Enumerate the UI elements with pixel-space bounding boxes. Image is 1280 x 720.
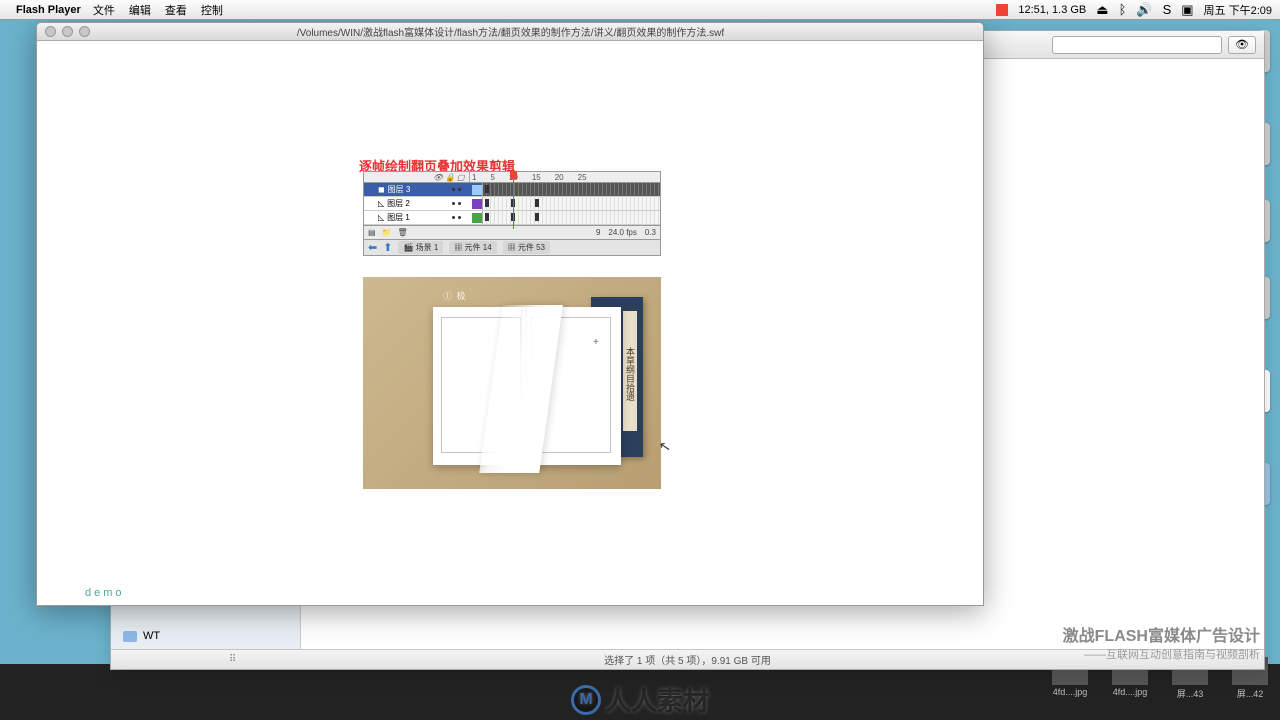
menu-file[interactable]: 文件 xyxy=(93,2,115,18)
search-input[interactable] xyxy=(1052,36,1222,54)
menu-edit[interactable]: 编辑 xyxy=(129,2,151,18)
playhead[interactable] xyxy=(513,171,514,229)
flash-player-window: /Volumes/WIN/激战flash富媒体设计/flash方法/翻页效果的制… xyxy=(36,22,984,606)
battery-icon[interactable]: ▣ xyxy=(1181,2,1193,18)
trash-icon[interactable]: 🗑 xyxy=(398,228,408,237)
flash-ide-timeline: 👁 🔒 ▢ 1 5 10 15 20 25 ◼图层 3 xyxy=(363,171,661,256)
folder-icon xyxy=(123,631,137,642)
menu-view[interactable]: 查看 xyxy=(165,2,187,18)
window-title: /Volumes/WIN/激战flash富媒体设计/flash方法/翻页效果的制… xyxy=(98,24,983,39)
up-icon[interactable]: ⬆ xyxy=(383,241,392,254)
recording-icon xyxy=(996,4,1008,16)
edit-breadcrumb: ⬅ ⬆ 🎬 场景 1 ▦ 元件 14 ▦ 元件 53 xyxy=(363,240,661,256)
sidebar-item-wt[interactable]: WT xyxy=(111,627,300,645)
site-watermark: M 人人素材 xyxy=(571,681,709,718)
book-spine-title: 本草纲目拾遗 xyxy=(623,311,637,431)
new-layer-icon[interactable]: ▤ xyxy=(368,228,376,237)
layers-panel: ◼图层 3 ◺图层 2 ◺图层 1 xyxy=(363,183,661,226)
menubar: Flash Player 文件 编辑 查看 控制 12:51, 1.3 GB ⏏… xyxy=(0,0,1280,20)
volume-icon[interactable]: 🔊 xyxy=(1136,2,1152,18)
symbol-crumb[interactable]: ▦ 元件 14 xyxy=(449,241,496,254)
eject-icon[interactable]: ⏏ xyxy=(1096,2,1108,18)
logo-icon: M xyxy=(571,685,601,715)
menu-control[interactable]: 控制 xyxy=(201,2,223,18)
clock[interactable]: 周五 下午2:09 xyxy=(1204,2,1272,18)
flash-content: 逐帧绘制翻页叠加效果剪辑 👁 🔒 ▢ 1 5 10 15 20 25 xyxy=(37,41,983,605)
quicklook-button[interactable]: 👁 xyxy=(1228,36,1256,54)
bluetooth-icon[interactable]: ᛒ xyxy=(1119,2,1127,17)
time-badge: 12:51, 1.3 GB xyxy=(1018,4,1086,16)
back-icon[interactable]: ⬅ xyxy=(368,241,377,254)
traffic-lights[interactable] xyxy=(37,26,98,37)
open-book: + xyxy=(433,307,621,465)
layer-row[interactable]: ◼图层 3 xyxy=(364,183,660,197)
grip-icon: ⠿ xyxy=(229,654,236,665)
window-titlebar[interactable]: /Volumes/WIN/激战flash富媒体设计/flash方法/翻页效果的制… xyxy=(37,23,983,41)
demo-label: demo xyxy=(85,587,125,599)
layer-row[interactable]: ◺图层 1 xyxy=(364,211,660,225)
outline-icon[interactable]: ▢ xyxy=(457,173,465,181)
canvas-watermark: ① 极 xyxy=(443,289,467,302)
app-name[interactable]: Flash Player xyxy=(16,4,81,16)
promo-text: 激战FLASH富媒体广告设计 ——互联网互动创意指南与视频剖析 xyxy=(1063,622,1260,662)
cursor-icon: ↖ xyxy=(658,437,673,456)
input-icon[interactable]: S xyxy=(1163,2,1172,17)
scene-crumb[interactable]: 🎬 场景 1 xyxy=(398,241,443,254)
registration-icon: + xyxy=(593,337,599,348)
symbol-crumb[interactable]: ▦ 元件 53 xyxy=(503,241,550,254)
timeline-footer: ▤ 📁 🗑 9 24.0 fps 0.3 xyxy=(363,226,661,240)
new-folder-icon[interactable]: 📁 xyxy=(382,228,392,237)
stage-canvas: ① 极 本草纲目拾遗 + xyxy=(363,277,661,489)
layer-row[interactable]: ◺图层 2 xyxy=(364,197,660,211)
eye-icon[interactable]: 👁 xyxy=(433,173,441,181)
lock-icon[interactable]: 🔒 xyxy=(445,173,453,181)
